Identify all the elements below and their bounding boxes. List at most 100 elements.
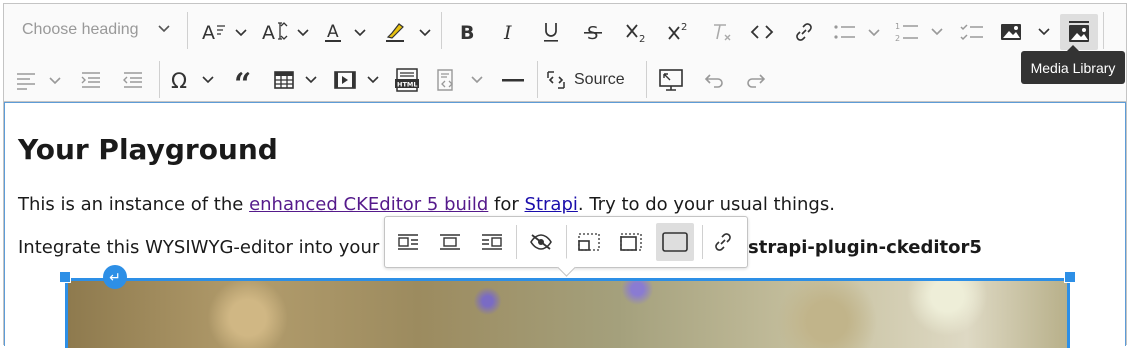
font-family-icon: A — [262, 22, 309, 44]
highlight-button[interactable] — [382, 16, 434, 48]
svg-text:2: 2 — [639, 34, 645, 43]
resize-small-button[interactable] — [574, 226, 604, 258]
subscript-button[interactable]: 2 — [622, 16, 652, 48]
separator — [187, 12, 188, 49]
remove-format-icon — [714, 24, 731, 41]
strikethrough-button[interactable]: S — [580, 16, 606, 48]
tooltip-text: Media Library — [1030, 59, 1116, 76]
font-size-button[interactable]: A — [200, 16, 250, 48]
ckeditor: Choose heading A A A B I S 2 2 1 2 Ω “ H… — [3, 3, 1127, 348]
svg-text:2: 2 — [681, 22, 687, 33]
align-center-icon — [440, 234, 460, 250]
resize-handle-top-right[interactable] — [1064, 271, 1076, 283]
chevron-down-icon — [158, 25, 170, 33]
align-right-wrap-button[interactable] — [477, 226, 507, 258]
resize-full-button[interactable] — [656, 223, 694, 261]
indent-button[interactable] — [76, 64, 106, 96]
resize-small-icon — [578, 233, 600, 251]
todo-list-icon — [960, 24, 983, 41]
undo-button[interactable] — [700, 64, 728, 96]
fullscreen-icon — [659, 69, 683, 91]
link-image-button[interactable] — [708, 226, 738, 258]
source-button[interactable]: Source — [544, 62, 625, 98]
subscript-icon: 2 — [626, 24, 645, 43]
strikethrough-icon: S — [584, 23, 602, 42]
separator — [441, 12, 442, 49]
separator — [702, 225, 703, 259]
svg-text:1: 1 — [895, 22, 900, 31]
italic-icon: I — [503, 22, 512, 42]
horizontal-line-icon — [502, 79, 524, 82]
resize-medium-icon — [620, 233, 642, 251]
remove-format-button[interactable] — [707, 16, 737, 48]
toggle-caption-button[interactable] — [526, 226, 556, 258]
selected-image[interactable] — [65, 278, 1070, 348]
paragraph-text: . Try to do your usual things. — [577, 194, 835, 215]
svg-text:B: B — [460, 22, 474, 42]
code-block-button[interactable] — [434, 64, 488, 96]
blockquote-button[interactable]: “ — [230, 64, 260, 96]
superscript-button[interactable]: 2 — [664, 16, 694, 48]
strapi-link[interactable]: Strapi — [525, 194, 578, 215]
font-family-button[interactable]: A — [260, 16, 312, 48]
flower-image — [68, 281, 1067, 348]
special-characters-button[interactable]: Ω — [169, 64, 221, 96]
insert-paragraph-icon[interactable]: ↵ — [103, 265, 127, 289]
italic-button[interactable]: I — [496, 16, 522, 48]
bold-button[interactable]: B — [454, 16, 480, 48]
media-library-button[interactable] — [1060, 14, 1098, 50]
bulleted-list-button[interactable] — [832, 16, 882, 48]
bulleted-list-icon — [834, 25, 880, 39]
heading-dropdown[interactable]: Choose heading — [10, 14, 176, 46]
main-toolbar: Choose heading A A A B I S 2 2 1 2 Ω “ H… — [4, 4, 1126, 102]
insert-media-button[interactable] — [332, 64, 384, 96]
align-left-wrap-button[interactable] — [393, 226, 423, 258]
toggle-caption-icon — [530, 234, 552, 250]
enhanced-build-link[interactable]: enhanced CKEditor 5 build — [249, 194, 488, 215]
todo-list-button[interactable] — [957, 16, 987, 48]
insert-image-icon — [1001, 24, 1050, 40]
numbered-list-icon: 12 — [895, 22, 943, 43]
numbered-list-button[interactable]: 12 — [894, 16, 948, 48]
indent-icon — [81, 72, 100, 88]
insert-media-icon — [334, 71, 379, 89]
underline-button[interactable] — [538, 16, 564, 48]
link-image-icon — [715, 233, 731, 251]
intro-paragraph: This is an instance of the enhanced CKEd… — [18, 194, 835, 215]
svg-text:2: 2 — [895, 34, 900, 43]
alignment-icon — [17, 73, 61, 90]
heading-dropdown-label: Choose heading — [22, 21, 139, 38]
horizontal-line-button[interactable] — [498, 64, 528, 96]
code-button[interactable] — [749, 16, 775, 48]
html-embed-button[interactable]: HTML — [392, 64, 422, 96]
superscript-icon: 2 — [668, 22, 687, 40]
resize-handle-top-left[interactable] — [59, 271, 71, 283]
outdent-icon — [123, 72, 142, 88]
paragraph-text: Integrate this WYSIWYG-editor into your … — [18, 237, 397, 258]
link-button[interactable] — [791, 16, 817, 48]
font-color-button[interactable]: A — [322, 16, 372, 48]
svg-text:Ω: Ω — [171, 69, 187, 91]
insert-table-button[interactable] — [272, 64, 324, 96]
svg-text:A: A — [262, 22, 275, 44]
separator — [159, 61, 160, 98]
resize-medium-button[interactable] — [616, 226, 646, 258]
align-center-button[interactable] — [435, 226, 465, 258]
paragraph-text: This is an instance of the — [18, 194, 250, 215]
source-icon — [547, 71, 565, 89]
undo-icon — [704, 74, 723, 88]
outdent-button[interactable] — [118, 64, 148, 96]
redo-button[interactable] — [742, 64, 770, 96]
insert-image-button[interactable] — [999, 16, 1055, 48]
alignment-button[interactable] — [14, 64, 68, 96]
fullscreen-button[interactable] — [656, 64, 686, 96]
svg-text:I: I — [503, 22, 512, 42]
paragraph-text: for — [488, 194, 525, 215]
blockquote-icon: “ — [234, 70, 251, 90]
svg-text:A: A — [202, 22, 215, 44]
link-icon — [796, 23, 812, 41]
media-library-icon — [1069, 21, 1089, 42]
separator — [646, 61, 647, 98]
source-button-label: Source — [574, 71, 625, 88]
separator — [1103, 12, 1104, 49]
